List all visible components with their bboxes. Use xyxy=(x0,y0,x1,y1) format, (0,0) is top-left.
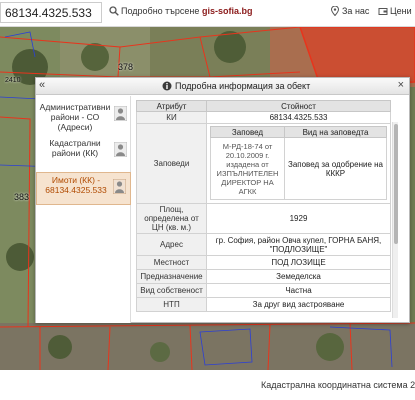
sidebar-item-cadastral-regions[interactable]: Кадастрални райони (КК) xyxy=(36,136,131,169)
attribute-key: НТП xyxy=(136,297,207,312)
table-row: Предназначение Земеделска xyxy=(136,269,391,284)
close-icon[interactable]: × xyxy=(398,79,404,91)
table-row: КИ 68134.4325.533 xyxy=(136,111,391,124)
scrollbar-thumb[interactable] xyxy=(394,124,398,244)
object-info-dialog: « Подробна информация за обект × Админис… xyxy=(35,77,410,323)
attribute-value: 1929 xyxy=(206,203,391,234)
parcel-label: 383 xyxy=(14,192,30,202)
table-row: Местност ПОД ЛОЗИЩЕ xyxy=(136,255,391,270)
coordinate-system-label: Кадастрална координатна система 2005 xyxy=(261,380,415,390)
magnifier-icon xyxy=(109,6,119,16)
user-icon xyxy=(114,106,127,121)
table-row: Вид собственост Частна xyxy=(136,283,391,298)
column-header-attribute: Атрибут xyxy=(136,100,207,112)
about-label: За нас xyxy=(342,6,370,16)
attribute-value: Земеделска xyxy=(206,269,391,284)
attribute-key: Адрес xyxy=(136,233,207,256)
attribute-value: За друг вид застрояване xyxy=(206,297,391,312)
sidebar-item-label: Административни райони - СО (Адреси) xyxy=(39,102,111,132)
attribute-value: 68134.4325.533 xyxy=(206,111,391,124)
parcel-label: 378 xyxy=(118,62,134,72)
prices-link[interactable]: Цени xyxy=(378,6,412,16)
user-icon xyxy=(113,179,126,194)
orders-table: Заповед Вид на заповедта М-РД-18-74 от 2… xyxy=(210,126,387,200)
attribute-key: Местност xyxy=(136,255,207,270)
dialog-sidebar: Административни райони - СО (Адреси) Кад… xyxy=(36,96,131,323)
scrollbar[interactable] xyxy=(392,122,398,318)
location-pin-icon xyxy=(330,6,340,16)
attribute-panel: Атрибут Стойност КИ 68134.4325.533 Запов… xyxy=(136,100,398,320)
status-bar: Кадастрална координатна система 2005 xyxy=(0,370,415,400)
column-header-value: Стойност xyxy=(206,100,391,112)
brand-link[interactable]: gis-sofia.bg xyxy=(202,6,253,16)
collapse-icon[interactable]: « xyxy=(39,79,45,91)
attribute-key: Заповеди xyxy=(136,123,207,204)
table-row: Площ, определена от ЦН (кв. м.) 1929 xyxy=(136,203,391,234)
sidebar-item-properties[interactable]: Имоти (КК) - 68134.4325.533 xyxy=(36,172,131,205)
search-input[interactable] xyxy=(5,5,99,21)
attribute-value: гр. София, район Овча купел, ГОРНА БАНЯ,… xyxy=(206,233,391,256)
sidebar-item-admin-regions[interactable]: Административни райони - СО (Адреси) xyxy=(36,100,131,133)
attribute-key: Вид собственост xyxy=(136,283,207,298)
attribute-value: ПОД ЛОЗИЩЕ xyxy=(206,255,391,270)
dialog-title-text: Подробна информация за обект xyxy=(175,81,311,91)
table-row: НТП За друг вид застрояване xyxy=(136,297,391,312)
info-icon xyxy=(162,81,172,91)
parcel-label: 2410 xyxy=(5,77,21,84)
advanced-search-label: Подробно търсене xyxy=(121,6,200,16)
about-link[interactable]: За нас xyxy=(330,6,369,16)
order-text: М-РД-18-74 от 20.10.2009 г. издадена от … xyxy=(210,137,285,200)
advanced-search-link[interactable]: Подробно търсене xyxy=(109,6,199,16)
table-row: Заповеди Заповед Вид на заповедта М-РД-1… xyxy=(136,123,391,204)
order-type: Заповед за одобрение на КККР xyxy=(284,137,387,200)
dialog-header: « Подробна информация за обект × xyxy=(36,78,409,95)
attribute-key: КИ xyxy=(136,111,207,124)
sidebar-item-label: Имоти (КК) - 68134.4325.533 xyxy=(45,175,107,195)
prices-label: Цени xyxy=(390,6,412,16)
attribute-table: Атрибут Стойност КИ 68134.4325.533 Запов… xyxy=(136,100,391,312)
orders-header-type: Вид на заповедта xyxy=(284,126,387,138)
attribute-key: Предназначение xyxy=(136,269,207,284)
attribute-key: Площ, определена от ЦН (кв. м.) xyxy=(136,203,207,234)
sidebar-item-label: Кадастрални райони (КК) xyxy=(49,138,101,158)
top-bar: Подробно търсене gis-sofia.bg За нас Цен… xyxy=(0,0,415,27)
search-box[interactable] xyxy=(0,2,102,23)
orders-cell: Заповед Вид на заповедта М-РД-18-74 от 2… xyxy=(206,123,391,204)
wallet-icon xyxy=(378,8,388,15)
attribute-value: Частна xyxy=(206,283,391,298)
orders-header-order: Заповед xyxy=(210,126,285,138)
user-icon xyxy=(114,142,127,157)
table-row: Адрес гр. София, район Овча купел, ГОРНА… xyxy=(136,233,391,256)
dialog-title: Подробна информация за обект xyxy=(162,81,310,91)
